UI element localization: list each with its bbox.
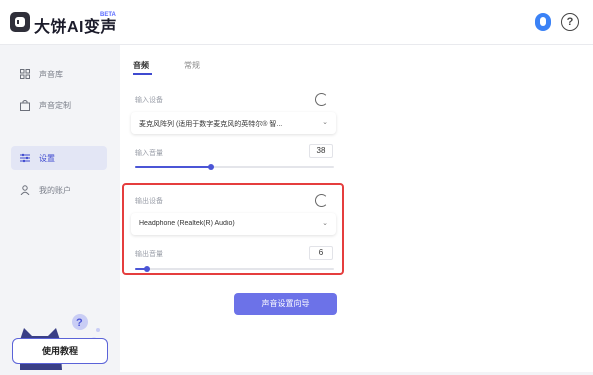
bag-icon (20, 100, 30, 111)
input-volume-slider[interactable] (135, 164, 334, 170)
svg-text:?: ? (76, 317, 83, 329)
input-device-label: 输入设备 (135, 97, 163, 104)
output-volume-label: 输出音量 (135, 251, 163, 258)
sidebar-item-label: 声音定制 (39, 101, 71, 110)
output-volume-slider[interactable] (135, 266, 334, 272)
grid-icon (20, 69, 30, 79)
app-logo-icon (10, 12, 30, 32)
sidebar-item-settings[interactable]: 设置 (11, 146, 107, 170)
output-refresh-icon[interactable] (315, 194, 328, 207)
input-device-value: 麦克风阵列 (适用于数字麦克风的英特尔® 智... (139, 121, 283, 128)
input-device-select[interactable]: 麦克风阵列 (适用于数字麦克风的英特尔® 智... ⌄ (131, 112, 336, 134)
input-refresh-icon[interactable] (315, 93, 328, 106)
sidebar-item-voice-custom[interactable]: 声音定制 (11, 93, 107, 117)
sidebar-item-label: 设置 (39, 154, 55, 163)
user-avatar-icon[interactable] (535, 13, 551, 31)
sidebar-item-account[interactable]: 我的账户 (11, 178, 107, 202)
active-tab-indicator (133, 73, 152, 75)
sidebar-item-label: 声音库 (39, 70, 63, 79)
output-device-value: Headphone (Realtek(R) Audio) (139, 220, 235, 227)
sound-setup-wizard-button[interactable]: 声音设置向导 (234, 293, 337, 315)
slider-knob[interactable] (207, 164, 214, 170)
output-device-select[interactable]: Headphone (Realtek(R) Audio) ⌄ (131, 213, 336, 235)
user-icon (20, 185, 30, 196)
output-volume-value[interactable]: 6 (309, 246, 333, 260)
slider-fill (135, 166, 211, 168)
settings-sliders-icon (20, 153, 30, 163)
tab-audio[interactable]: 音频 (133, 60, 149, 71)
chevron-down-icon: ⌄ (322, 220, 328, 227)
help-icon[interactable]: ? (561, 13, 579, 31)
tutorial-button[interactable]: 使用教程 (12, 338, 108, 364)
sidebar: 声音库 声音定制 设置 我的账户 ? 使用教程 (0, 45, 120, 372)
sidebar-item-label: 我的账户 (39, 186, 71, 195)
tab-general[interactable]: 常规 (184, 60, 200, 71)
slider-knob[interactable] (143, 266, 150, 272)
beta-badge: BETA (100, 12, 116, 18)
output-device-label: 输出设备 (135, 198, 163, 205)
chevron-down-icon: ⌄ (322, 119, 328, 126)
input-volume-value[interactable]: 38 (309, 144, 333, 158)
input-volume-label: 输入音量 (135, 150, 163, 157)
sidebar-item-voice-library[interactable]: 声音库 (11, 62, 107, 86)
title-bar: 大饼AI变声 BETA ? (0, 0, 593, 45)
